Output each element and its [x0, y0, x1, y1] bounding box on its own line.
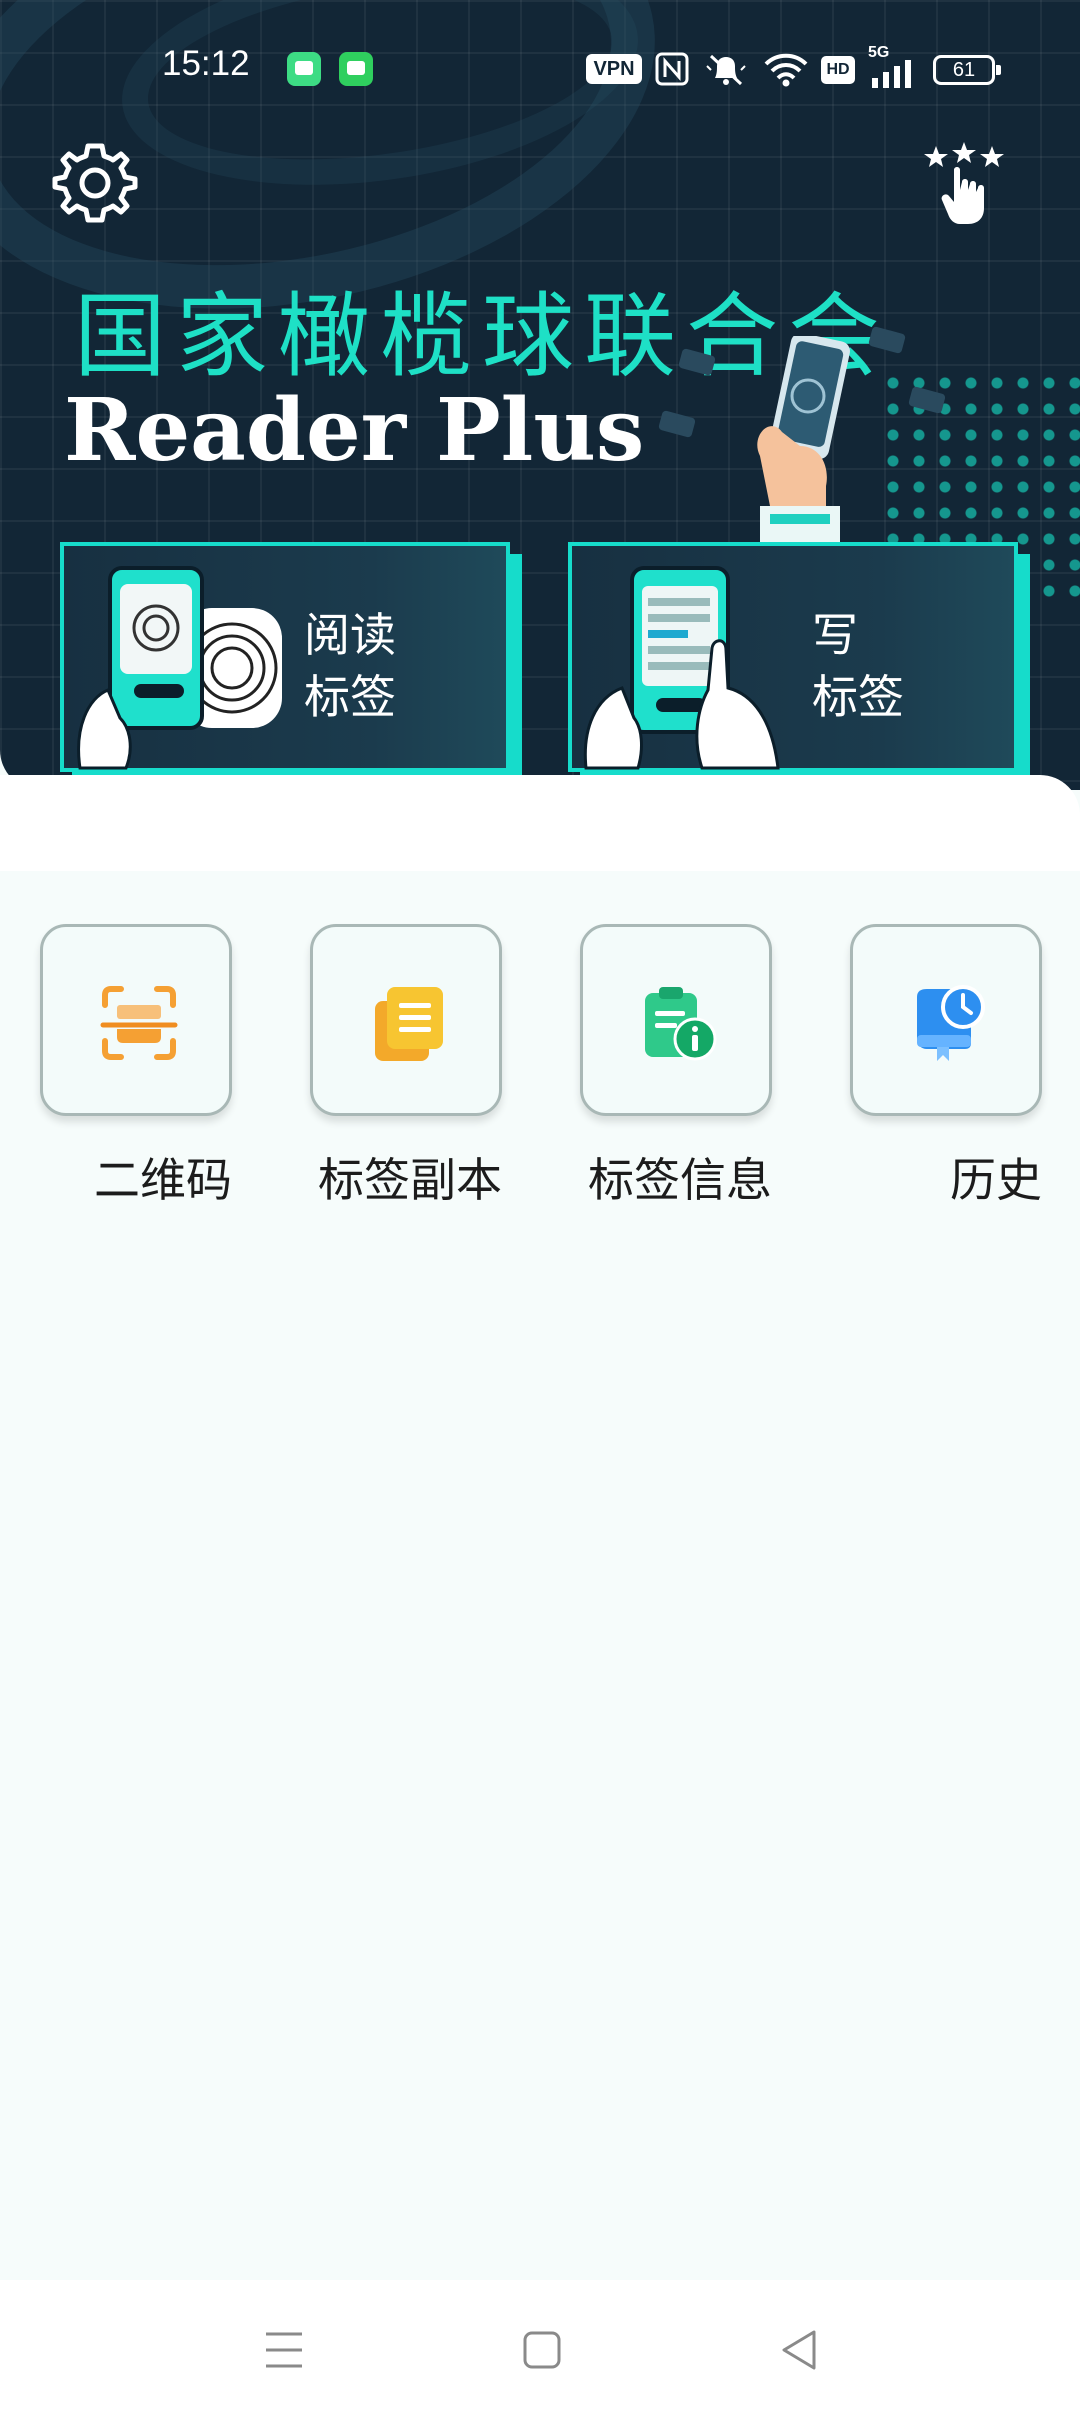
write-tag-illustration: [583, 566, 780, 770]
qr-code-button[interactable]: 二维码: [40, 924, 232, 1210]
write-tag-label-line2: 标签: [812, 670, 904, 724]
back-icon: [782, 2330, 816, 2370]
history-button[interactable]: 历史: [850, 924, 1042, 1210]
tool-tile: [310, 924, 502, 1116]
nfc-icon: [655, 52, 689, 86]
signal-icon: [872, 60, 911, 88]
menu-icon: [266, 2332, 302, 2368]
status-bar: 15:12 VPN HD 5G 61: [0, 40, 1080, 96]
android-icon: [287, 52, 321, 86]
tag-info-button[interactable]: 标签信息: [580, 924, 772, 1210]
back-button[interactable]: [770, 2320, 830, 2380]
write-tag-button[interactable]: 写 标签: [568, 542, 1030, 784]
qr-scan-icon: [100, 986, 178, 1060]
home-icon: [523, 2331, 561, 2369]
card-face: 阅读 标签: [60, 542, 510, 772]
rate-app-button[interactable]: [924, 142, 1004, 226]
recent-apps-button[interactable]: [254, 2320, 314, 2380]
vpn-badge: VPN: [586, 54, 642, 84]
gear-icon: [52, 143, 138, 223]
card-face: 写 标签: [568, 542, 1018, 772]
mute-icon: [706, 54, 746, 86]
hero-banner: 15:12 VPN HD 5G 61 国家橄榄球联合会 Reader Plus …: [0, 0, 1080, 790]
tool-label: 二维码: [94, 1153, 232, 1207]
read-tag-label: 阅读 标签: [304, 604, 396, 728]
write-tag-label-line1: 写: [812, 608, 858, 662]
tool-label: 标签副本: [318, 1153, 502, 1207]
tool-label: 标签信息: [588, 1153, 772, 1207]
wifi-icon: [764, 53, 808, 87]
messages-icon: [339, 52, 373, 86]
history-book-icon: [917, 985, 985, 1061]
copy-icon: [375, 987, 443, 1061]
read-tag-label-line2: 标签: [304, 670, 396, 724]
hand-phone-illustration: [757, 336, 850, 546]
tag-copy-button[interactable]: 标签副本: [310, 924, 502, 1210]
tool-label: 历史: [950, 1153, 1042, 1207]
system-nav-bar: [0, 2280, 1080, 2412]
section-divider: [0, 775, 1080, 871]
write-tag-label: 写 标签: [812, 604, 904, 728]
app-title: Reader Plus: [64, 380, 645, 481]
read-tag-illustration: [77, 566, 282, 770]
clipboard-info-icon: [645, 987, 717, 1061]
tool-tile: [580, 924, 772, 1116]
decorative-card: [657, 409, 697, 439]
tool-tile: [40, 924, 232, 1116]
hd-badge: HD: [821, 56, 855, 84]
tools-grid: 二维码 标签副本 标签信息 历史: [0, 924, 1080, 1224]
status-time: 15:12: [162, 44, 250, 83]
stars-tap-icon: [924, 142, 1004, 224]
read-tag-button[interactable]: 阅读 标签: [60, 542, 522, 784]
tool-tile: [850, 924, 1042, 1116]
home-button[interactable]: [512, 2320, 572, 2380]
settings-button[interactable]: [52, 140, 138, 226]
battery-indicator: 61: [933, 55, 1001, 85]
read-tag-label-line1: 阅读: [304, 608, 396, 662]
